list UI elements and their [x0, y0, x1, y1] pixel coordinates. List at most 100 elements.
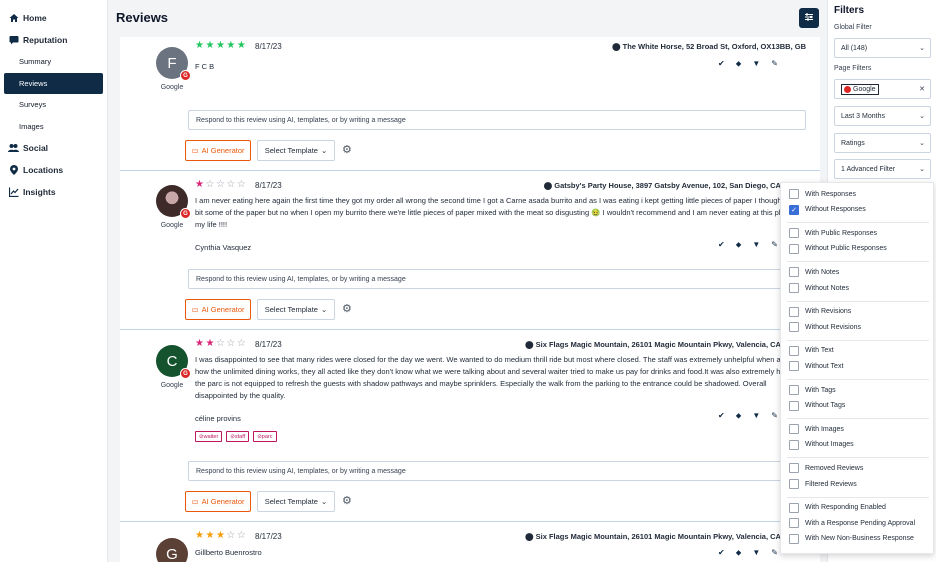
checkbox-checked[interactable]: ✓ [789, 204, 799, 215]
advanced-filter-option[interactable]: With Notes [789, 267, 839, 278]
tag-icon[interactable]: ⬥ [736, 59, 742, 69]
respond-input[interactable]: Respond to this review using AI, templat… [188, 461, 806, 481]
checkbox[interactable] [789, 424, 799, 435]
filter-toggle-button[interactable] [799, 8, 819, 28]
advanced-filter-option[interactable]: ✓ Without Responses [789, 204, 866, 215]
nav-insights[interactable]: Insights [0, 181, 107, 203]
checkbox[interactable] [789, 189, 799, 199]
nav-reputation[interactable]: Reputation [0, 29, 107, 51]
avatar: G [156, 185, 191, 219]
advanced-filter-option[interactable]: Without Revisions [789, 322, 861, 333]
advanced-filter-option[interactable]: Without Tags [789, 400, 845, 411]
nav-social-label: Social [23, 143, 49, 153]
page-filters-label: Page Filters [834, 65, 872, 72]
source-filter[interactable]: Google ✕ [834, 79, 931, 99]
nav-summary[interactable]: Summary [0, 51, 107, 73]
edit-icon[interactable]: ✎ [771, 411, 778, 421]
filter-icon[interactable]: ▼ [752, 240, 760, 250]
ratings-select[interactable]: Ratings ⌄ [834, 133, 931, 153]
advanced-filter-option[interactable]: Without Notes [789, 283, 849, 293]
review-author: F C B [195, 62, 215, 71]
check-icon[interactable]: ✔ [718, 240, 725, 250]
users-icon [8, 143, 19, 154]
edit-icon[interactable]: ✎ [771, 548, 778, 558]
checkbox[interactable] [789, 306, 799, 317]
checkbox[interactable] [789, 243, 799, 254]
star-empty-icon: ☆ [236, 338, 246, 349]
gear-icon[interactable]: ⚙ [342, 143, 352, 156]
advanced-filter-option[interactable]: With Responses [789, 189, 856, 199]
checkbox[interactable] [789, 479, 799, 489]
global-filter-select[interactable]: All (148) ⌄ [834, 38, 931, 58]
advanced-filter-option[interactable]: Removed Reviews [789, 463, 863, 474]
nav-social[interactable]: Social [0, 137, 107, 159]
ai-generator-button[interactable]: ▭ AI Generator [185, 140, 251, 161]
check-icon[interactable]: ✔ [718, 548, 725, 558]
select-template-button[interactable]: Select Template ⌄ [257, 299, 335, 320]
filter-icon[interactable]: ▼ [752, 411, 760, 421]
tag-chip[interactable]: ⊘ staff [226, 431, 250, 442]
nav-home[interactable]: Home [0, 7, 107, 29]
advanced-filter-option[interactable]: Filtered Reviews [789, 479, 857, 489]
advanced-filter-option[interactable]: With a Response Pending Approval [789, 518, 915, 529]
gear-icon[interactable]: ⚙ [342, 302, 352, 315]
select-template-button[interactable]: Select Template ⌄ [257, 140, 335, 161]
checkbox[interactable] [789, 439, 799, 450]
divider [787, 496, 929, 498]
checkbox[interactable] [789, 228, 799, 239]
nav-locations[interactable]: Locations [0, 159, 107, 181]
advanced-filter-option[interactable]: With Images [789, 424, 844, 435]
checkbox[interactable] [789, 322, 799, 333]
date-range-select[interactable]: Last 3 Months ⌄ [834, 106, 931, 126]
star-filled-icon: ★ [205, 338, 215, 349]
advanced-filter-option[interactable]: Without Public Responses [789, 243, 887, 254]
advanced-filter-option[interactable]: Without Text [789, 361, 843, 372]
tag-chip[interactable]: ⊘ parc [253, 431, 277, 442]
edit-icon[interactable]: ✎ [771, 240, 778, 250]
advanced-filter-option[interactable]: Without Images [789, 439, 854, 450]
advanced-filter-option[interactable]: With Tags [789, 385, 836, 395]
page-title: Reviews [116, 10, 169, 25]
checkbox[interactable] [789, 267, 799, 278]
divider [787, 339, 929, 341]
review-actions: ✔ ⬥ ▼ ✎ [718, 59, 778, 69]
checkbox[interactable] [789, 533, 799, 544]
advanced-filter-option-label: Without Public Responses [805, 245, 887, 253]
checkbox[interactable] [789, 345, 799, 356]
nav-surveys[interactable]: Surveys [0, 94, 107, 116]
tag-icon[interactable]: ⬥ [736, 411, 742, 421]
edit-icon[interactable]: ✎ [771, 59, 778, 69]
checkbox[interactable] [789, 400, 799, 411]
checkbox[interactable] [789, 361, 799, 372]
checkbox[interactable] [789, 385, 799, 395]
filter-icon[interactable]: ▼ [752, 548, 760, 558]
check-icon[interactable]: ✔ [718, 59, 725, 69]
tag-icon[interactable]: ⬥ [736, 240, 742, 250]
global-filter-label: Global Filter [834, 24, 872, 31]
advanced-filter-option[interactable]: With Text [789, 345, 834, 356]
advanced-filter-option[interactable]: With Public Responses [789, 228, 877, 239]
advanced-filter-select[interactable]: 1 Advanced Filter ⌄ [834, 159, 931, 179]
nav-reviews[interactable]: Reviews [4, 72, 103, 94]
checkbox[interactable] [789, 463, 799, 474]
check-icon[interactable]: ✔ [718, 411, 725, 421]
ai-generator-button[interactable]: ▭ AI Generator [185, 299, 251, 320]
checkbox[interactable] [789, 518, 799, 529]
close-icon[interactable]: ✕ [919, 85, 925, 93]
respond-input[interactable]: Respond to this review using AI, templat… [188, 110, 806, 130]
gear-icon[interactable]: ⚙ [342, 494, 352, 507]
checkbox[interactable] [789, 283, 799, 293]
filter-icon[interactable]: ▼ [752, 59, 760, 69]
respond-input[interactable]: Respond to this review using AI, templat… [188, 269, 806, 289]
nav-images[interactable]: Images [0, 116, 107, 138]
source-chip[interactable]: Google [841, 83, 879, 95]
advanced-filter-option[interactable]: With Responding Enabled [789, 502, 886, 513]
select-template-button[interactable]: Select Template ⌄ [257, 491, 335, 512]
advanced-filter-option[interactable]: With New Non-Business Response [789, 533, 914, 544]
tag-chip[interactable]: ⊘ waiter [195, 431, 223, 442]
ai-generator-button[interactable]: ▭ AI Generator [185, 491, 251, 512]
checkbox[interactable] [789, 502, 799, 513]
advanced-filter-option[interactable]: With Revisions [789, 306, 851, 317]
tag-icon[interactable]: ⬥ [736, 548, 742, 558]
rating-stars: ★ ☆ ☆ ☆ ☆ [195, 180, 246, 190]
